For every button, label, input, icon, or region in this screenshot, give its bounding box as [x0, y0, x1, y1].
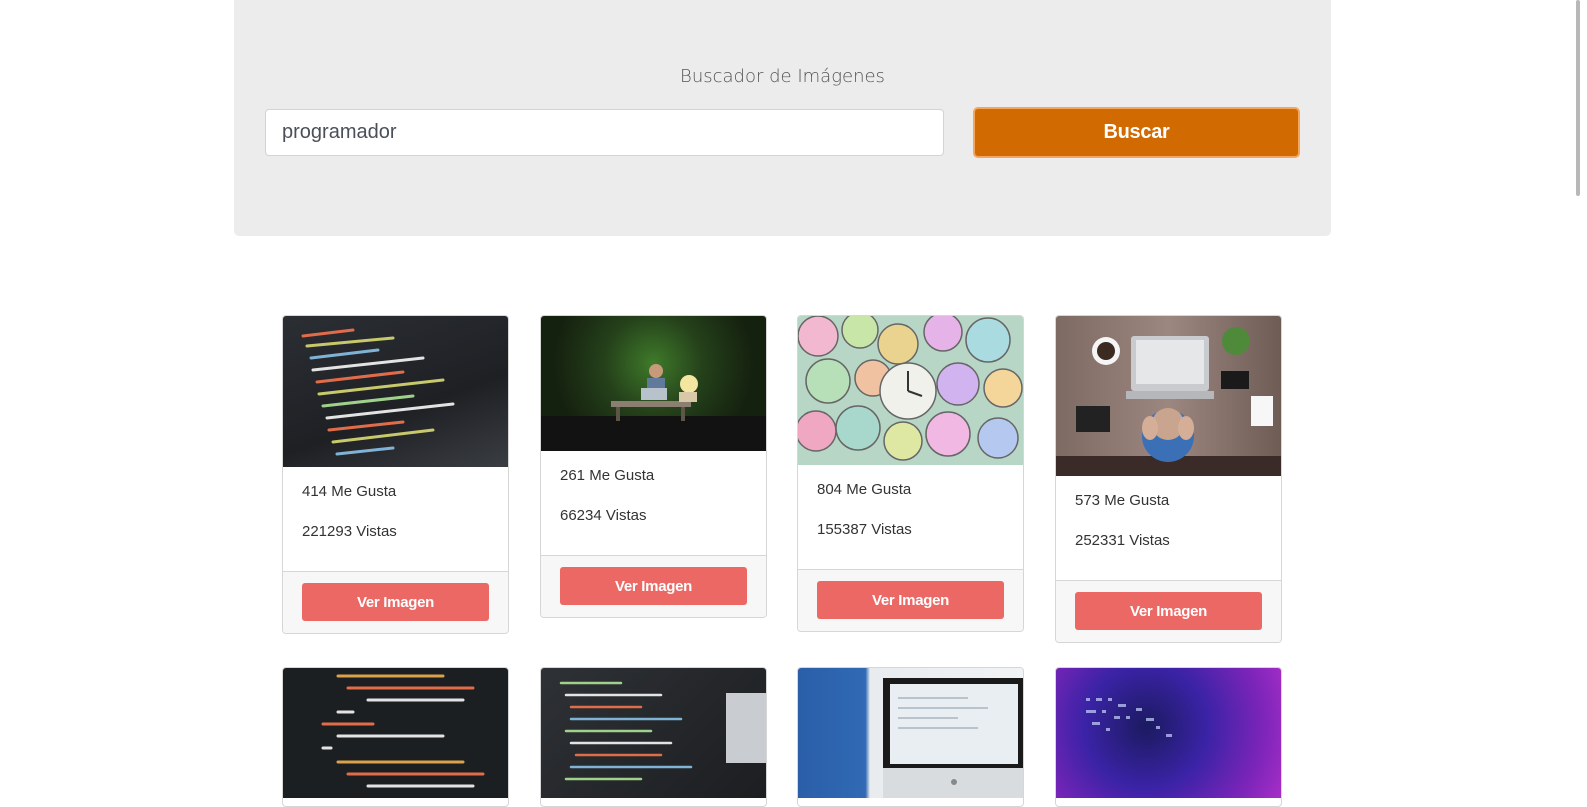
- image-card: [540, 667, 767, 807]
- imac-user-image: [798, 668, 1023, 798]
- view-image-button[interactable]: Ver Imagen: [302, 583, 489, 621]
- view-image-button[interactable]: Ver Imagen: [1075, 592, 1262, 630]
- person-laptop-bench-image: [541, 316, 766, 451]
- search-heading: Buscador de Imágenes: [680, 66, 885, 87]
- scrollbar-thumb[interactable]: [1576, 0, 1580, 196]
- image-card: [797, 667, 1024, 807]
- view-image-button[interactable]: Ver Imagen: [560, 567, 747, 605]
- views-count: 155387 Vistas: [817, 521, 912, 538]
- page-scrollbar[interactable]: [1567, 0, 1587, 789]
- image-card: [1055, 667, 1282, 807]
- image-card: [282, 667, 509, 807]
- search-button[interactable]: Buscar: [973, 107, 1300, 158]
- image-card: 414 Me Gusta 221293 Vistas Ver Imagen: [282, 315, 509, 634]
- code-screen-image: [283, 316, 508, 467]
- image-card: 261 Me Gusta 66234 Vistas Ver Imagen: [540, 315, 767, 618]
- views-count: 221293 Vistas: [302, 523, 397, 540]
- view-image-button[interactable]: Ver Imagen: [817, 581, 1004, 619]
- likes-count: 573 Me Gusta: [1075, 492, 1170, 509]
- image-card: 573 Me Gusta 252331 Vistas Ver Imagen: [1055, 315, 1282, 643]
- code-monitor-image: [541, 668, 766, 798]
- views-count: 252331 Vistas: [1075, 532, 1170, 549]
- matrix-code-image: [1056, 668, 1281, 798]
- search-input[interactable]: [265, 109, 944, 156]
- likes-count: 804 Me Gusta: [817, 481, 912, 498]
- image-card: 804 Me Gusta 155387 Vistas Ver Imagen: [797, 315, 1024, 632]
- likes-count: 414 Me Gusta: [302, 483, 397, 500]
- clocks-image: [798, 316, 1023, 465]
- code-editor-image: [283, 668, 508, 798]
- views-count: 66234 Vistas: [560, 507, 647, 524]
- likes-count: 261 Me Gusta: [560, 467, 655, 484]
- stressed-person-desk-image: [1056, 316, 1281, 476]
- search-jumbotron: Buscador de Imágenes Buscar: [234, 0, 1331, 236]
